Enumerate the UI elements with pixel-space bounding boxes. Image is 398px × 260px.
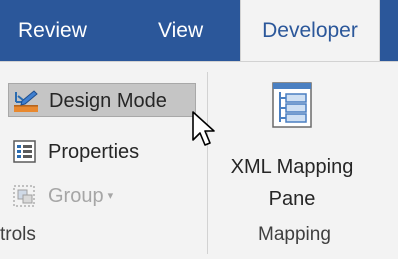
ribbon-panel: Design Mode Properties Group ▾ trols XML… (0, 61, 398, 259)
tab-review[interactable]: Review (18, 0, 87, 61)
mapping-group-label: Mapping (258, 224, 331, 245)
controls-group: Design Mode Properties Group ▾ trols (0, 62, 206, 260)
group-text: Group (48, 185, 104, 207)
xml-pane-label: Pane (268, 188, 316, 210)
design-mode-icon (13, 88, 39, 114)
tab-view[interactable]: View (158, 0, 203, 61)
properties-button[interactable]: Properties (8, 135, 198, 169)
mapping-group: XML Mapping Pane Mapping (208, 62, 398, 260)
group-button[interactable]: Group ▾ (8, 179, 198, 213)
properties-label: Properties (48, 141, 140, 163)
xml-mapping-label: XML Mapping (230, 156, 354, 178)
tab-developer[interactable]: Developer (240, 0, 380, 64)
ribbon-tab-bar: Review View Developer (0, 0, 398, 64)
controls-group-label: trols (0, 224, 36, 245)
design-mode-label: Design Mode (49, 90, 167, 112)
properties-icon (12, 139, 38, 165)
xml-mapping-pane-button[interactable]: XML Mapping Pane (208, 82, 398, 212)
mouse-pointer-icon (191, 110, 217, 150)
design-mode-button[interactable]: Design Mode (8, 83, 196, 117)
group-icon (12, 183, 38, 209)
chevron-down-icon: ▾ (107, 190, 114, 202)
group-label: Group ▾ (48, 179, 113, 213)
xml-mapping-pane-icon (272, 82, 312, 128)
